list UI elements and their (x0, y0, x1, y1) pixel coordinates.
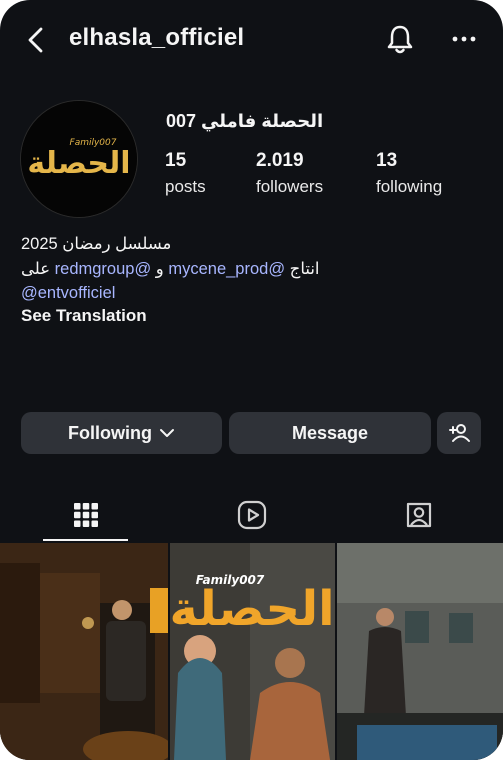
svg-text:الحصلة: الحصلة (170, 581, 335, 637)
tab-tagged[interactable] (376, 488, 461, 542)
profile-display-name: الحصلة فاملي 007 (166, 111, 324, 131)
reels-icon (237, 500, 266, 530)
tab-reels[interactable] (209, 488, 294, 542)
followers-label: followers (256, 177, 324, 196)
followers-count[interactable]: 2.019 followers (256, 150, 323, 197)
post-thumbnail[interactable] (337, 543, 503, 760)
post-thumbnail[interactable]: الحصلة Family007 (170, 543, 335, 760)
add-user-icon (449, 424, 470, 442)
message-button[interactable]: Message (229, 412, 431, 454)
posts-value: 15 (165, 150, 187, 171)
post-image (337, 543, 503, 760)
profile-avatar[interactable]: الحصلة Family007 (20, 100, 138, 218)
chevron-down-icon (159, 429, 174, 437)
back-button[interactable] (22, 24, 52, 56)
chevron-left-icon (28, 27, 43, 53)
mention-link[interactable]: @redmgroup (55, 260, 152, 278)
bio-line-2: انتاج @mycene_prod و @redmgroup على (21, 258, 320, 280)
bio-text: على (21, 260, 55, 278)
svg-text:Family007: Family007 (70, 138, 117, 148)
profile-username: elhasla_officiel (69, 24, 245, 51)
grid-icon (73, 503, 98, 527)
posts-label: posts (165, 177, 206, 196)
top-bar: elhasla_officiel (0, 0, 503, 80)
bell-icon (387, 25, 413, 54)
following-value: 13 (376, 150, 398, 171)
message-button-label: Message (291, 422, 369, 443)
following-count[interactable]: 13 following (376, 150, 442, 197)
more-options-button[interactable] (450, 26, 480, 52)
tagged-icon (406, 502, 431, 528)
suggested-users-button[interactable] (437, 412, 481, 454)
bio-text: و (151, 260, 169, 278)
profile-tabs (0, 488, 503, 542)
svg-text:الحصلة: الحصلة (27, 146, 130, 181)
posts-count[interactable]: 15 posts (165, 150, 206, 197)
bio-line-3: @entvofficiel (21, 282, 115, 304)
post-thumbnail[interactable] (0, 543, 168, 760)
following-button-label: Following (68, 422, 152, 443)
bio-text: انتاج (285, 260, 320, 278)
posts-grid: الحصلة Family007 (0, 543, 503, 760)
following-button[interactable]: Following (21, 412, 222, 454)
bio-line-1: مسلسل رمضان 2025 (21, 235, 172, 253)
mention-link[interactable]: @entvofficiel (21, 284, 115, 302)
tab-posts-grid[interactable] (43, 488, 128, 542)
mention-link[interactable]: @mycene_prod (168, 260, 285, 278)
following-label: following (376, 177, 443, 196)
avatar-logo: الحصلة Family007 (21, 101, 137, 217)
notifications-button[interactable] (384, 22, 416, 56)
see-translation-link[interactable]: See Translation (21, 305, 147, 327)
post-image: الحصلة Family007 (170, 543, 335, 760)
followers-value: 2.019 (256, 150, 304, 171)
active-tab-indicator (43, 539, 128, 541)
profile-screen: elhasla_officiel الحصلة Family007 الحصلة… (0, 0, 503, 760)
more-horizontal-icon (452, 36, 476, 42)
svg-text:Family007: Family007 (196, 573, 265, 587)
post-image (0, 543, 168, 760)
